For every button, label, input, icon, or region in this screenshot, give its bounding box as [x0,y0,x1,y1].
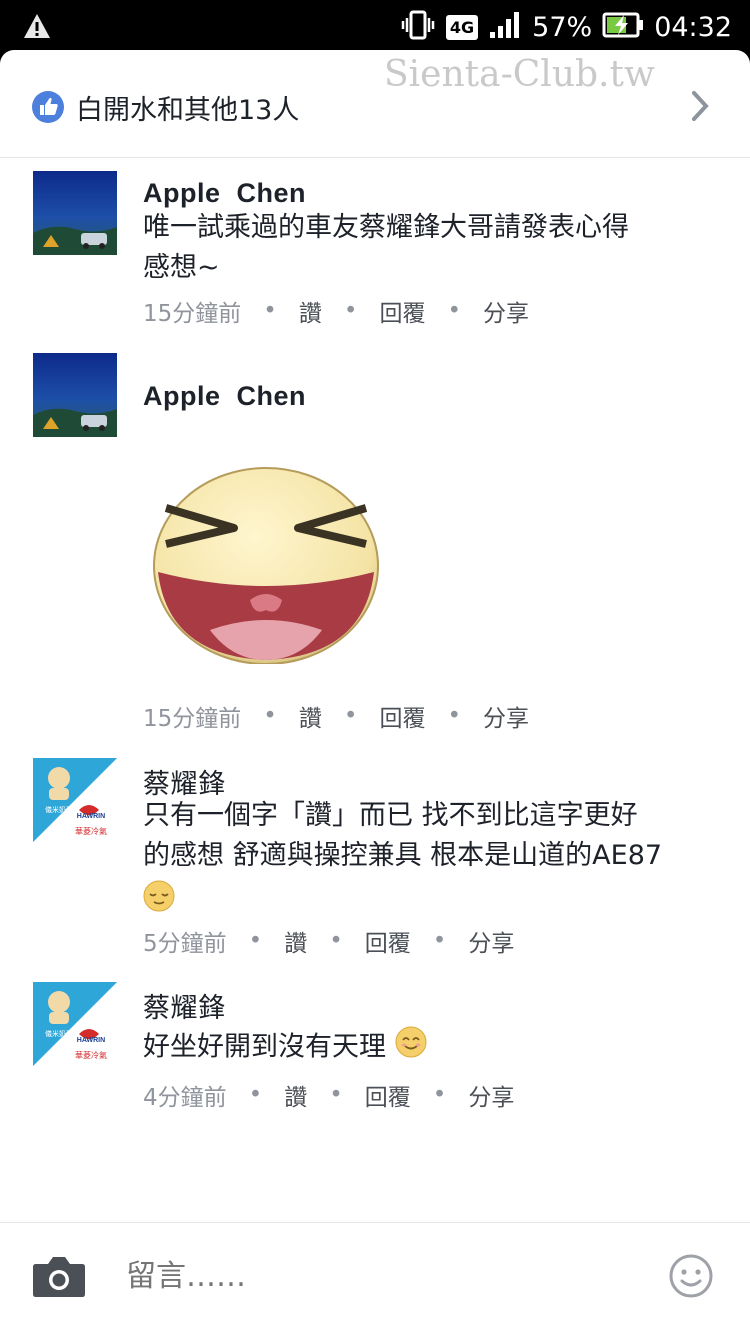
battery-charging-icon [602,11,644,43]
comment-meta: 5分鐘前 • 讚 • 回覆 • 分享 [143,924,514,958]
comment-meta: 4分鐘前 • 讚 • 回覆 • 分享 [143,1078,514,1112]
like-button[interactable]: 讚 [299,699,322,733]
network-type: 4G [445,14,479,40]
comment-text: 唯一試乘過的車友蔡耀鋒大哥請發表心得 感想~ [143,208,703,288]
comment-author[interactable]: 蔡耀鋒 [143,986,226,1025]
camera-icon[interactable] [32,1252,86,1302]
share-button[interactable]: 分享 [468,1078,514,1112]
comment-text-line: 的感想 舒適與操控兼具 根本是山道的AE87 [143,840,663,871]
comment-time: 5分鐘前 [143,931,227,957]
separator-dot: • [329,1082,343,1108]
comment-time: 15分鐘前 [143,706,242,732]
separator-dot: • [248,928,263,954]
avatar-brand-text: 儀米奶酪 [45,805,73,814]
thumbs-up-icon [32,91,64,123]
battery-percent: 57% [532,11,593,43]
separator-dot: • [447,298,462,324]
separator-dot: • [263,298,277,324]
like-button[interactable]: 讚 [284,924,307,958]
relieved-face-emoji [143,876,743,916]
separator-dot: • [343,703,358,729]
comment-input[interactable] [126,1251,646,1301]
separator-dot: • [447,703,462,729]
comment-composer [0,1222,750,1333]
share-button[interactable]: 分享 [483,699,529,733]
comments-sheet: 白開水和其他13人 Apple Chen 唯一試乘過的車友蔡耀鋒大哥請發表心得 … [0,50,750,1333]
vibrate-icon [400,9,436,45]
laughing-face-sticker [150,460,382,668]
like-button[interactable]: 讚 [284,1078,307,1112]
status-bar: 4G 57% 04:32 [0,0,750,52]
share-button[interactable]: 分享 [468,924,514,958]
reply-button[interactable]: 回覆 [365,1078,411,1112]
avatar[interactable] [33,353,117,437]
comment-text: 只有一個字「讚」而已 找不到比這字更好 的感想 舒適與操控兼具 根本是山道的AE… [143,796,743,916]
warning-icon [22,12,52,44]
watermark: Sienta-Club.tw [384,54,655,95]
comment-text-line: 感想~ [143,252,220,283]
comment-text-line: 唯一試乘過的車友蔡耀鋒大哥請發表心得 [143,212,629,243]
comment-author[interactable]: Apple Chen [143,381,306,412]
separator-dot: • [343,298,358,324]
separator-dot: • [329,928,343,954]
separator-dot: • [432,1082,447,1108]
separator-dot: • [432,928,447,954]
avatar[interactable]: 儀米奶酪 HAWRIN 華菱冷氣 [33,982,117,1066]
avatar-brand-text: HAWRIN [77,1037,105,1044]
chevron-right-icon[interactable] [686,88,714,128]
comment-time: 15分鐘前 [143,301,242,327]
likes-text: 白開水和其他13人 [76,95,300,126]
avatar-brand-text: 儀米奶酪 [45,1029,73,1038]
avatar-brand-text: 華菱冷氣 [75,826,107,836]
comment-author[interactable]: Apple Chen [143,178,306,209]
reply-button[interactable]: 回覆 [379,294,425,328]
separator-dot: • [263,703,277,729]
avatar-brand-text: 華菱冷氣 [75,1050,107,1060]
comment-text-line: 好坐好開到沒有天理 [143,1031,386,1063]
smiley-icon[interactable] [668,1253,714,1303]
share-button[interactable]: 分享 [483,294,529,328]
avatar[interactable]: 儀米奶酪 HAWRIN 華菱冷氣 [33,758,117,842]
comment-text-line: 只有一個字「讚」而已 找不到比這字更好 [143,800,638,831]
separator-dot: • [248,1082,263,1108]
avatar-brand-text: HAWRIN [77,813,105,820]
comment-meta: 15分鐘前 • 讚 • 回覆 • 分享 [143,294,529,328]
clock: 04:32 [654,11,732,43]
smiling-face-emoji [395,1026,427,1070]
like-button[interactable]: 讚 [299,294,322,328]
comment-time: 4分鐘前 [143,1085,227,1111]
status-icons: 4G 57% 04:32 [400,8,732,46]
comment-text: 好坐好開到沒有天理 [143,1026,703,1070]
avatar[interactable] [33,171,117,255]
reply-button[interactable]: 回覆 [379,699,425,733]
signal-icon [488,10,522,44]
reply-button[interactable]: 回覆 [365,924,411,958]
comment-meta: 15分鐘前 • 讚 • 回覆 • 分享 [143,699,529,733]
